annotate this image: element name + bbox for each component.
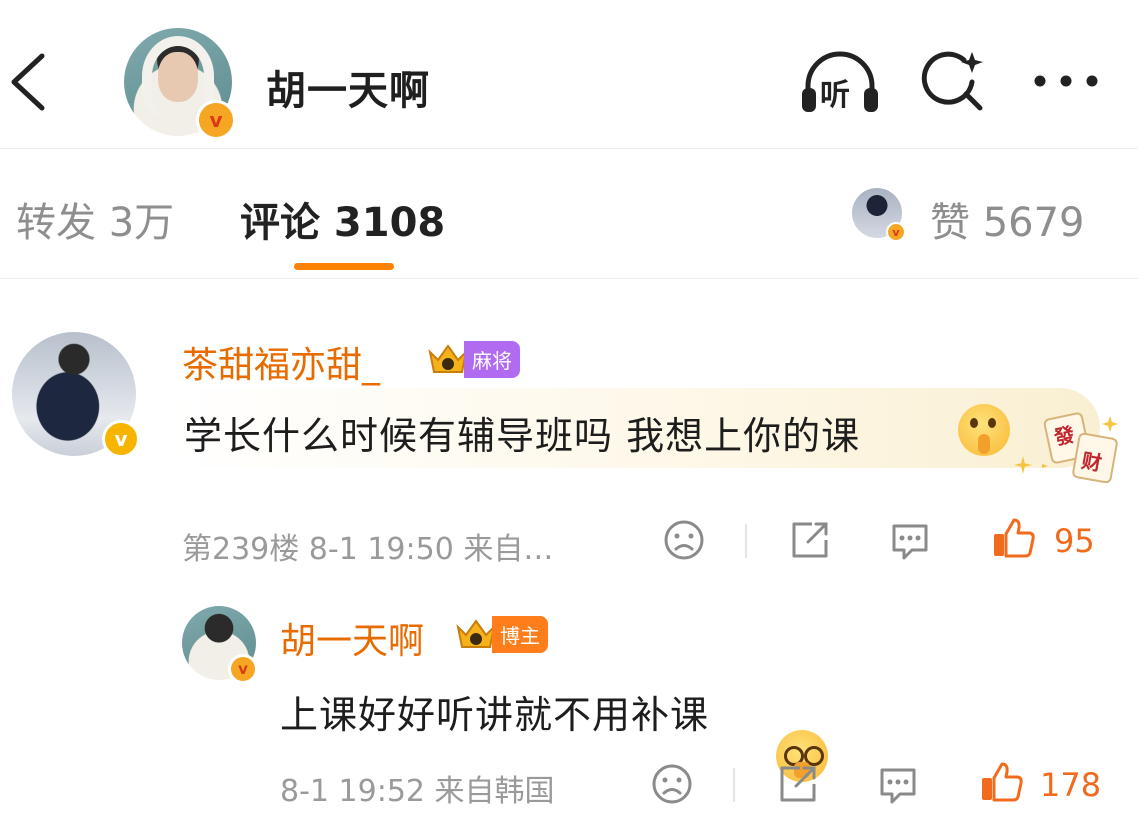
replier-name[interactable]: 胡一天啊 [280, 612, 424, 664]
crown-icon [428, 344, 468, 373]
tab-likes[interactable]: 赞 5679 [930, 190, 1085, 248]
more-options-icon[interactable] [1032, 66, 1100, 96]
mahjong-sticker-icon [1042, 412, 1118, 484]
dislike-face-icon[interactable] [662, 518, 706, 562]
verified-badge-icon: v [102, 420, 140, 458]
search-icon[interactable] [920, 48, 986, 114]
action-separator [745, 524, 747, 558]
reply-meta: 8-1 19:52 来自韩国 [280, 774, 555, 809]
verified-badge-icon: v [886, 222, 906, 242]
dislike-face-icon[interactable] [650, 762, 694, 806]
listen-label: 听 [820, 78, 850, 113]
comment-text: 学长什么时候有辅导班吗 我想上你的课 [184, 414, 861, 458]
reply-like-count[interactable]: 178 [1040, 766, 1101, 804]
fan-tag: 麻将 [464, 340, 520, 378]
comment-meta: 第239楼 8-1 19:50 来自… [182, 532, 554, 567]
verified-badge-icon: v [196, 100, 236, 140]
header-divider [0, 148, 1138, 149]
comment-like-count[interactable]: 95 [1054, 522, 1095, 560]
comment-icon[interactable] [876, 762, 920, 806]
comment-icon[interactable] [888, 518, 932, 562]
reply-text: 上课好好听讲就不用补课 [280, 693, 710, 737]
verified-badge-icon: v [228, 654, 258, 684]
share-icon[interactable] [788, 518, 832, 562]
thumbs-up-icon[interactable] [992, 516, 1036, 560]
listen-button[interactable]: 听 [800, 48, 880, 118]
pray-emoji-icon [958, 404, 1010, 456]
blogger-tag: 博主 [492, 615, 548, 653]
commenter-name[interactable]: 茶甜福亦甜_ [182, 336, 380, 388]
page-title: 胡一天啊 [266, 68, 430, 114]
crown-icon [456, 619, 496, 648]
back-arrow-icon[interactable] [6, 52, 50, 112]
fan-level-badge[interactable]: 博主 [456, 615, 548, 653]
tab-reposts[interactable]: 转发 3万 [16, 190, 174, 248]
share-icon[interactable] [776, 762, 820, 806]
sparkle-icon [1014, 456, 1032, 474]
tab-comments[interactable]: 评论 3108 [240, 190, 445, 248]
tabs-divider [0, 278, 1138, 279]
active-tab-indicator [294, 263, 394, 270]
thumbs-up-icon[interactable] [980, 760, 1024, 804]
action-separator [733, 768, 735, 802]
fan-level-badge[interactable]: 麻将 [428, 340, 520, 378]
